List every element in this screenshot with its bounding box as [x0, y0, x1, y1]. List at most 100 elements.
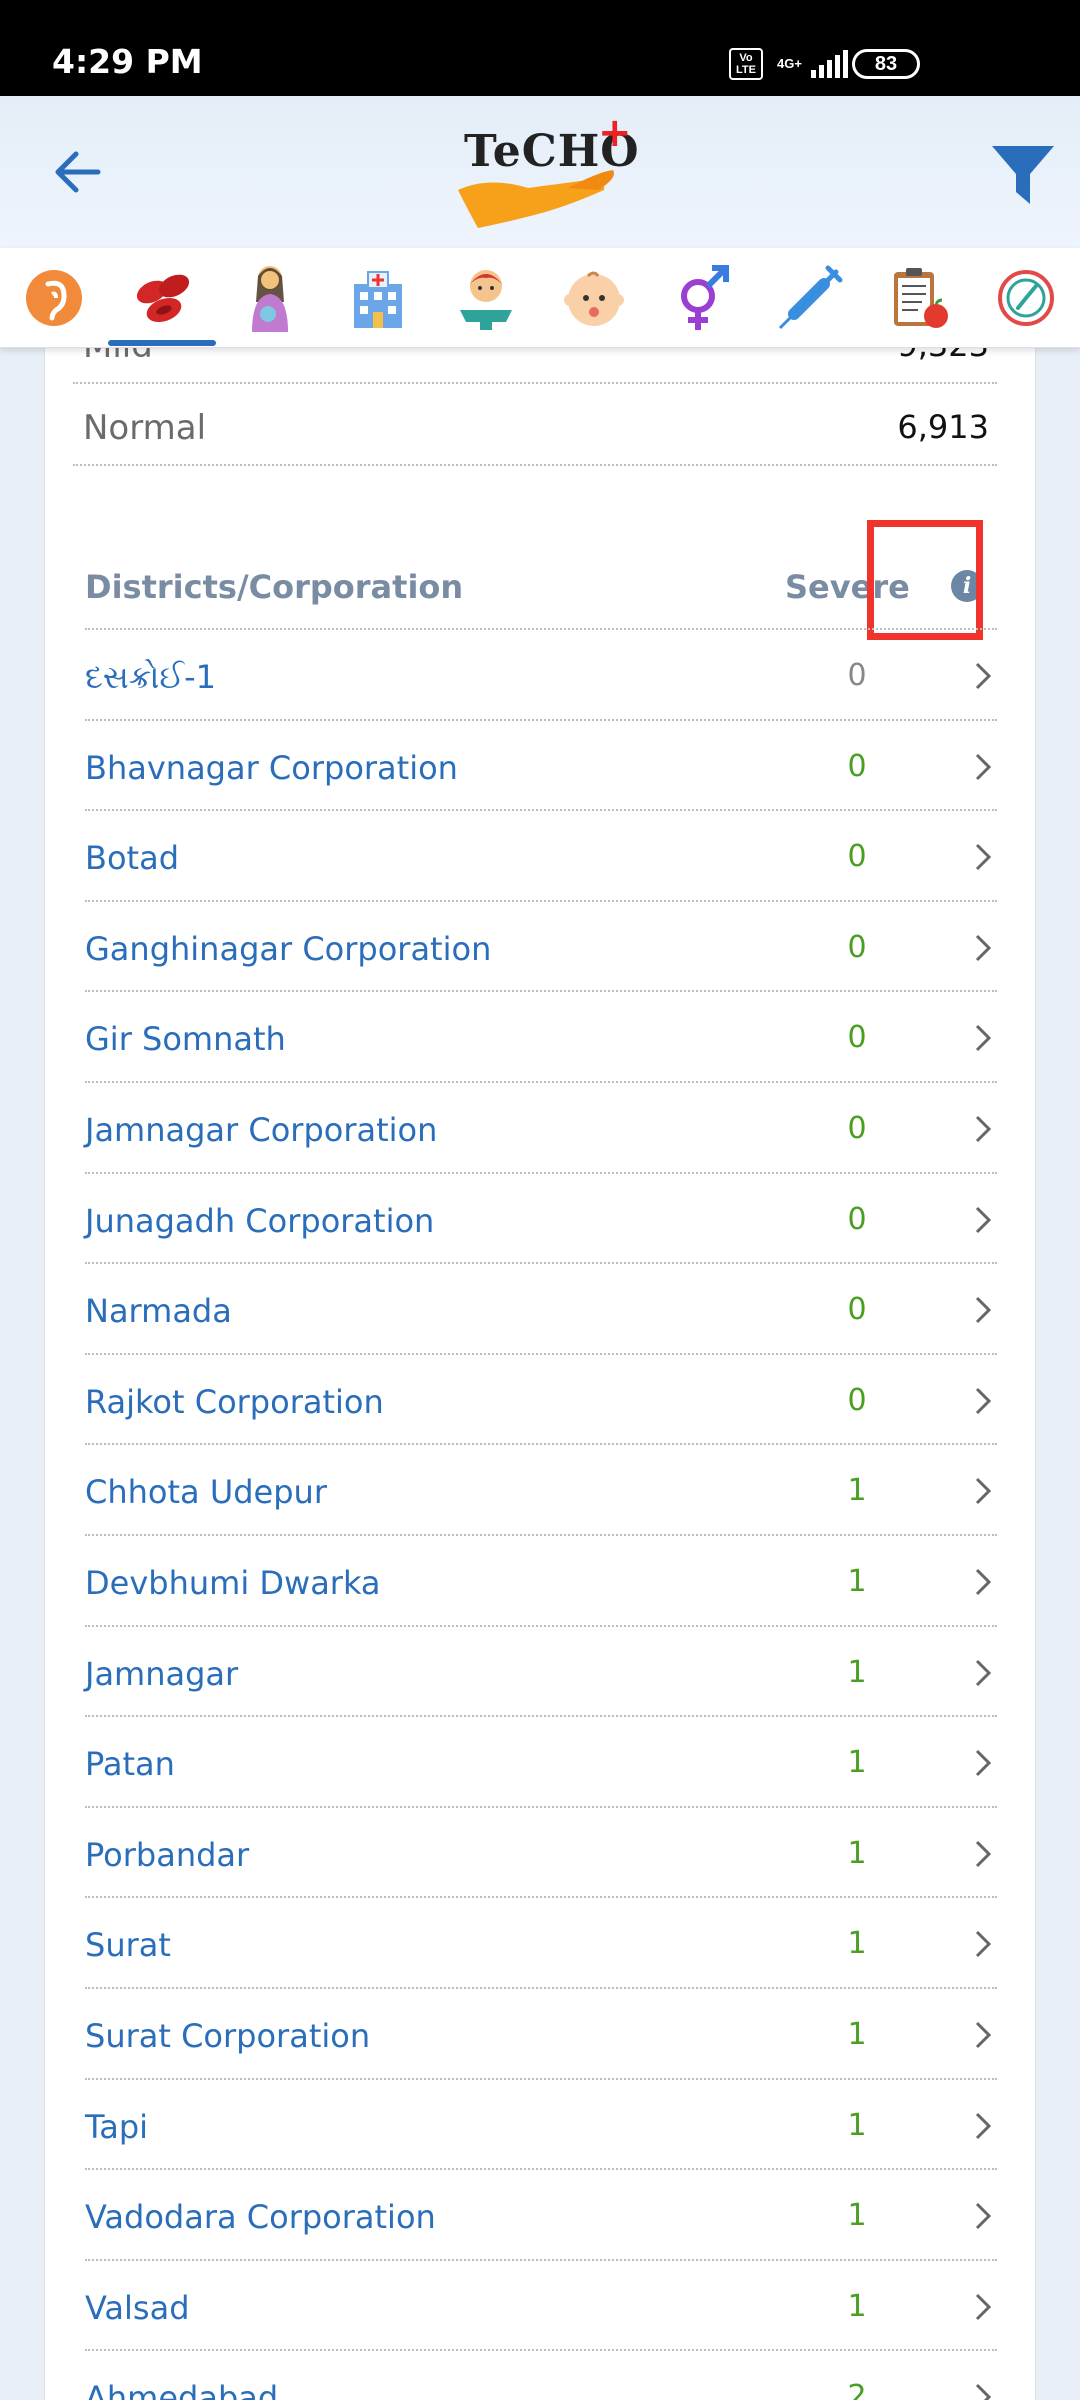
district-name[interactable]: Bhavnagar Corporation	[85, 749, 458, 787]
ear-icon	[26, 270, 82, 326]
tab-infant[interactable]	[558, 262, 630, 334]
summary-value: 6,913	[897, 408, 989, 446]
chevron-right-icon[interactable]	[971, 1838, 995, 1870]
tab-anemia[interactable]	[126, 262, 198, 334]
district-name[interactable]: Vadodara Corporation	[85, 2198, 436, 2236]
techo-logo: TeCHO +	[448, 110, 639, 240]
district-name[interactable]: Junagadh Corporation	[85, 1202, 434, 1240]
district-row[interactable]: Vadodara Corporation 1	[85, 2168, 997, 2259]
district-name[interactable]: દસક્રોઈ-1	[85, 658, 216, 697]
tab-ear[interactable]	[18, 262, 90, 334]
district-name[interactable]: Surat Corporation	[85, 2017, 370, 2055]
district-name[interactable]: Jamnagar Corporation	[85, 1111, 437, 1149]
filter-button[interactable]	[988, 140, 1058, 210]
severe-count: 0	[847, 929, 867, 965]
chevron-right-icon[interactable]	[971, 2019, 995, 2051]
district-row[interactable]: Jamnagar Corporation 0	[85, 1080, 997, 1172]
district-row[interactable]: Botad 0	[85, 809, 997, 900]
chevron-right-icon[interactable]	[971, 1385, 995, 1417]
district-name[interactable]: Gir Somnath	[85, 1020, 286, 1058]
severe-count: 0	[847, 1201, 867, 1237]
severe-count: 0	[847, 748, 867, 784]
chevron-right-icon[interactable]	[971, 2291, 995, 2323]
tab-history[interactable]	[990, 262, 1062, 334]
district-row[interactable]: Patan 1	[85, 1715, 997, 1806]
chevron-right-icon[interactable]	[971, 1928, 995, 1960]
district-row[interactable]: Jamnagar 1	[85, 1624, 997, 1716]
district-name[interactable]: Valsad	[85, 2289, 190, 2327]
district-name[interactable]: Tapi	[85, 2108, 148, 2146]
tab-gender[interactable]	[666, 262, 738, 334]
tab-checklist[interactable]	[882, 262, 954, 334]
severe-count: 0	[847, 1110, 867, 1146]
severe-count: 0	[847, 1020, 867, 1056]
status-indicators: Vo LTE 4G+	[729, 44, 848, 84]
tab-hospital[interactable]	[342, 262, 414, 334]
chevron-right-icon[interactable]	[971, 751, 995, 783]
district-row[interactable]: Valsad 1	[85, 2258, 997, 2350]
district-row[interactable]: Surat Corporation 1	[85, 1986, 997, 2078]
district-name[interactable]: Botad	[85, 839, 179, 877]
volte-icon: Vo LTE	[729, 48, 763, 80]
district-name[interactable]: Rajkot Corporation	[85, 1383, 384, 1421]
district-name[interactable]: Patan	[85, 1745, 175, 1783]
chevron-right-icon[interactable]	[971, 1657, 995, 1689]
status-time: 4:29 PM	[52, 42, 203, 81]
district-name[interactable]: Ahmedabad	[85, 2379, 278, 2400]
district-name[interactable]: Devbhumi Dwarka	[85, 1564, 381, 1602]
summary-label: Normal	[83, 408, 207, 448]
highlight-box	[867, 520, 983, 640]
logo-plus: +	[598, 110, 632, 156]
gender-icon	[681, 265, 729, 330]
district-name[interactable]: Chhota Udepur	[85, 1473, 327, 1511]
severe-count: 0	[847, 658, 867, 693]
severe-count: 0	[847, 1292, 867, 1328]
severe-count: 2	[847, 2379, 867, 2400]
district-row[interactable]: Rajkot Corporation 0	[85, 1352, 997, 1444]
district-name[interactable]: Narmada	[85, 1292, 232, 1330]
district-row[interactable]: Ganghinagar Corporation 0	[85, 899, 997, 991]
report-card: Mild 9,323 Normal 6,913 Districts/Corpor…	[44, 326, 1036, 2400]
chevron-right-icon[interactable]	[971, 1475, 995, 1507]
chevron-right-icon[interactable]	[971, 2381, 995, 2400]
chevron-right-icon[interactable]	[971, 1566, 995, 1598]
district-row[interactable]: Ahmedabad 2	[85, 2349, 997, 2400]
chevron-right-icon[interactable]	[971, 932, 995, 964]
blood-cells-icon	[136, 274, 190, 323]
hospital-icon	[354, 271, 402, 328]
back-button[interactable]	[46, 140, 110, 204]
battery-icon: 83	[852, 49, 920, 79]
syringe-icon	[778, 265, 843, 330]
district-row[interactable]: Bhavnagar Corporation 0	[85, 718, 997, 810]
district-name[interactable]: Ganghinagar Corporation	[85, 930, 491, 968]
district-row[interactable]: Devbhumi Dwarka 1	[85, 1533, 997, 1625]
tab-child-weight[interactable]	[450, 262, 522, 334]
chevron-right-icon[interactable]	[971, 1113, 995, 1145]
district-name[interactable]: Surat	[85, 1926, 171, 1964]
district-row[interactable]: Junagadh Corporation 0	[85, 1171, 997, 1263]
district-row[interactable]: દસક્રોઈ-1 0	[85, 628, 997, 719]
chevron-right-icon[interactable]	[971, 1204, 995, 1236]
chevron-right-icon[interactable]	[971, 1294, 995, 1326]
district-row[interactable]: Chhota Udepur 1	[85, 1443, 997, 1534]
tab-mother[interactable]	[234, 262, 306, 334]
chevron-right-icon[interactable]	[971, 1747, 995, 1779]
category-tab-strip	[0, 248, 1080, 348]
severe-count: 1	[847, 2198, 867, 2234]
district-row[interactable]: Narmada 0	[85, 1262, 997, 1353]
severe-count: 1	[847, 2288, 867, 2324]
chevron-right-icon[interactable]	[971, 2200, 995, 2232]
district-row[interactable]: Surat 1	[85, 1896, 997, 1987]
district-row[interactable]: Porbandar 1	[85, 1805, 997, 1897]
district-name[interactable]: Porbandar	[85, 1836, 249, 1874]
chevron-right-icon[interactable]	[971, 2110, 995, 2142]
district-name[interactable]: Jamnagar	[85, 1655, 238, 1693]
district-row[interactable]: Gir Somnath 0	[85, 990, 997, 1081]
district-row[interactable]: Tapi 1	[85, 2077, 997, 2169]
chevron-right-icon[interactable]	[971, 1022, 995, 1054]
chevron-right-icon[interactable]	[971, 660, 995, 692]
tab-vaccination[interactable]	[774, 262, 846, 334]
arrow-left-icon	[55, 151, 101, 193]
chevron-right-icon[interactable]	[971, 841, 995, 873]
selected-tab-indicator	[108, 340, 216, 346]
